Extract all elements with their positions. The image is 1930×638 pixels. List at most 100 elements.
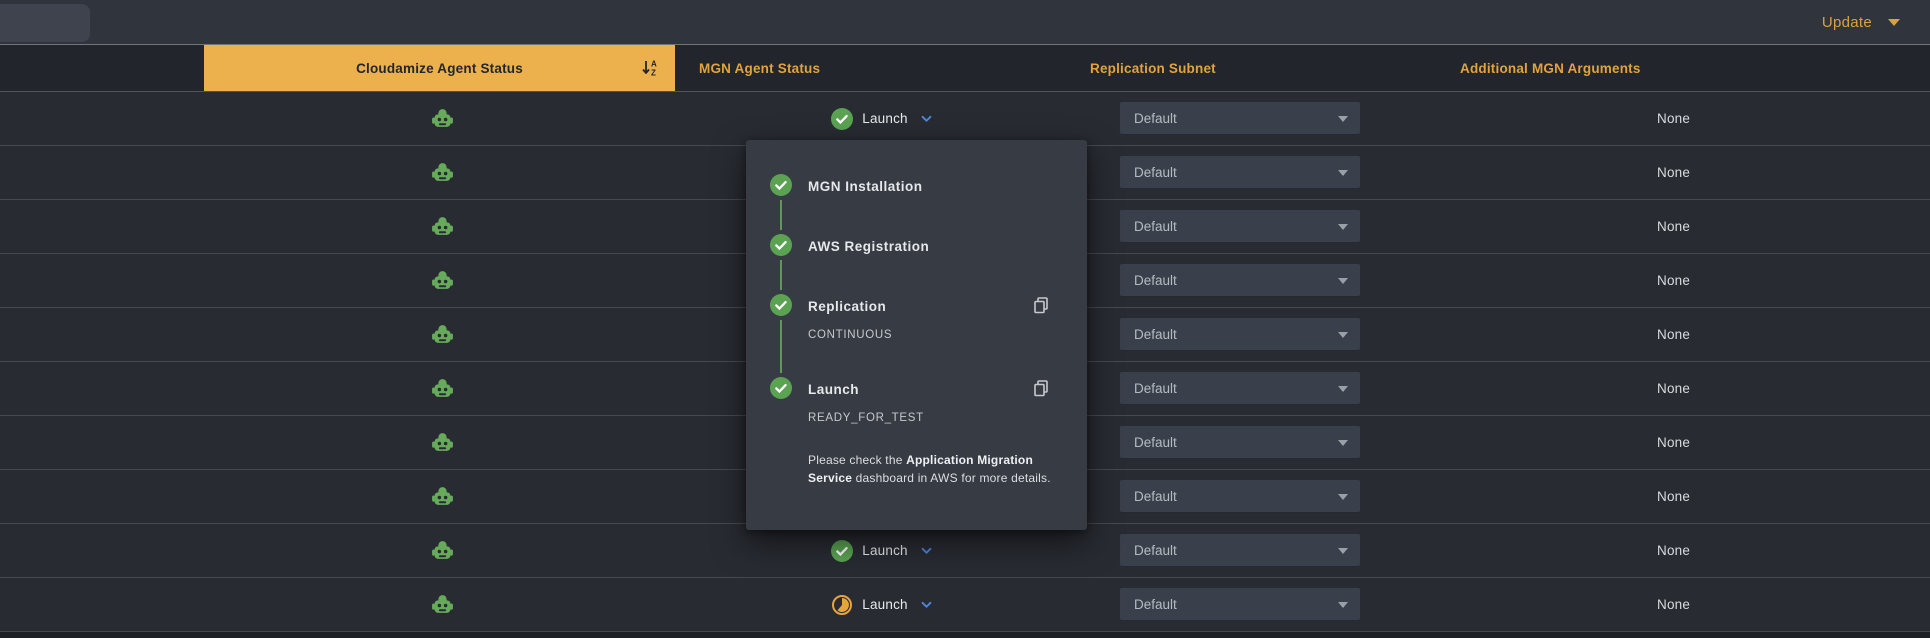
replication-subnet-select[interactable]: Default	[1120, 264, 1360, 297]
replication-subnet-select[interactable]: Default	[1120, 534, 1360, 567]
select-value: Default	[1134, 435, 1177, 450]
select-caret-icon	[1338, 116, 1348, 122]
select-value: Default	[1134, 111, 1177, 126]
select-value: Default	[1134, 165, 1177, 180]
update-label: Update	[1822, 14, 1872, 31]
cell-replication-subnet: Default	[1090, 102, 1438, 135]
robot-agent-icon	[430, 322, 455, 347]
robot-agent-icon	[430, 106, 455, 131]
replication-subnet-select[interactable]: Default	[1120, 210, 1360, 243]
status-timeline: MGN Installation AWS Registration	[746, 174, 1087, 424]
step-success-icon	[770, 294, 792, 316]
note-text: Please check the	[808, 453, 906, 467]
table-header: Cloudamize Agent Status A Z MGN Agent St…	[0, 45, 1930, 92]
svg-text:Z: Z	[651, 69, 656, 78]
tab-stub-button[interactable]	[0, 4, 90, 42]
cell-cloudamize-status	[204, 430, 675, 455]
step-detail: CONTINUOUS	[746, 329, 1087, 341]
replication-subnet-select[interactable]: Default	[1120, 102, 1360, 135]
robot-agent-icon	[430, 376, 455, 401]
update-caret-icon	[1888, 19, 1900, 26]
replication-subnet-select[interactable]: Default	[1120, 156, 1360, 189]
select-caret-icon	[1338, 170, 1348, 176]
step-label: MGN Installation	[808, 179, 923, 194]
sort-alpha-icon: A Z	[639, 57, 661, 79]
additional-args-value: None	[1657, 435, 1690, 450]
mgn-status-label: Launch	[862, 111, 908, 126]
cell-additional-args: None	[1438, 489, 1930, 504]
step-detail: READY_FOR_TEST	[746, 412, 1087, 424]
select-caret-icon	[1338, 602, 1348, 608]
table-row: Launch Default None	[0, 524, 1930, 578]
select-value: Default	[1134, 381, 1177, 396]
timeline-connector	[780, 186, 782, 392]
additional-args-value: None	[1657, 111, 1690, 126]
step-success-icon	[770, 377, 792, 399]
select-value: Default	[1134, 489, 1177, 504]
cell-cloudamize-status	[204, 592, 675, 617]
replication-subnet-select[interactable]: Default	[1120, 318, 1360, 351]
status-success-icon	[831, 108, 853, 130]
select-caret-icon	[1338, 332, 1348, 338]
additional-args-value: None	[1657, 489, 1690, 504]
cell-additional-args: None	[1438, 219, 1930, 234]
select-value: Default	[1134, 543, 1177, 558]
column-header-additional-mgn-arguments[interactable]: Additional MGN Arguments	[1438, 45, 1930, 91]
robot-agent-icon	[430, 592, 455, 617]
replication-subnet-select[interactable]: Default	[1120, 588, 1360, 621]
cell-cloudamize-status	[204, 268, 675, 293]
cell-cloudamize-status	[204, 484, 675, 509]
update-button[interactable]: Update	[1822, 14, 1900, 31]
column-header-replication-subnet[interactable]: Replication Subnet	[1090, 45, 1438, 91]
cell-cloudamize-status	[204, 214, 675, 239]
column-label: MGN Agent Status	[699, 61, 820, 76]
select-value: Default	[1134, 273, 1177, 288]
robot-agent-icon	[430, 160, 455, 185]
top-bar: Update	[0, 0, 1930, 45]
cell-cloudamize-status	[204, 160, 675, 185]
cell-additional-args: None	[1438, 597, 1930, 612]
status-success-icon	[831, 540, 853, 562]
step-label: Launch	[808, 382, 859, 397]
timeline-step: Launch READY_FOR_TEST	[746, 377, 1087, 424]
column-header-cloudamize-agent-status[interactable]: Cloudamize Agent Status A Z	[204, 45, 675, 91]
additional-args-value: None	[1657, 381, 1690, 396]
additional-args-value: None	[1657, 273, 1690, 288]
cell-replication-subnet: Default	[1090, 210, 1438, 243]
copy-icon[interactable]	[1031, 378, 1051, 398]
cell-cloudamize-status	[204, 322, 675, 347]
cell-additional-args: None	[1438, 381, 1930, 396]
additional-args-value: None	[1657, 597, 1690, 612]
column-header-empty	[0, 45, 204, 91]
cell-replication-subnet: Default	[1090, 426, 1438, 459]
mgn-status-toggle[interactable]: Launch	[675, 594, 1090, 616]
timeline-step: MGN Installation	[746, 174, 1087, 198]
mgn-status-toggle[interactable]: Launch	[675, 108, 1090, 130]
robot-agent-icon	[430, 484, 455, 509]
step-success-icon	[770, 174, 792, 196]
status-in-progress-icon	[831, 594, 853, 616]
robot-agent-icon	[430, 214, 455, 239]
cell-replication-subnet: Default	[1090, 480, 1438, 513]
table-row: Launch Default None	[0, 578, 1930, 632]
cell-additional-args: None	[1438, 165, 1930, 180]
robot-agent-icon	[430, 430, 455, 455]
select-value: Default	[1134, 219, 1177, 234]
step-success-icon	[770, 234, 792, 256]
select-caret-icon	[1338, 548, 1348, 554]
copy-icon[interactable]	[1031, 295, 1051, 315]
robot-agent-icon	[430, 268, 455, 293]
cell-cloudamize-status	[204, 538, 675, 563]
replication-subnet-select[interactable]: Default	[1120, 426, 1360, 459]
cell-replication-subnet: Default	[1090, 156, 1438, 189]
cell-additional-args: None	[1438, 111, 1930, 126]
column-header-mgn-agent-status[interactable]: MGN Agent Status	[675, 45, 1090, 91]
select-value: Default	[1134, 327, 1177, 342]
cell-replication-subnet: Default	[1090, 372, 1438, 405]
additional-args-value: None	[1657, 219, 1690, 234]
note-text: dashboard in AWS for more details.	[852, 471, 1051, 485]
replication-subnet-select[interactable]: Default	[1120, 372, 1360, 405]
replication-subnet-select[interactable]: Default	[1120, 480, 1360, 513]
mgn-status-toggle[interactable]: Launch	[675, 540, 1090, 562]
cell-replication-subnet: Default	[1090, 264, 1438, 297]
